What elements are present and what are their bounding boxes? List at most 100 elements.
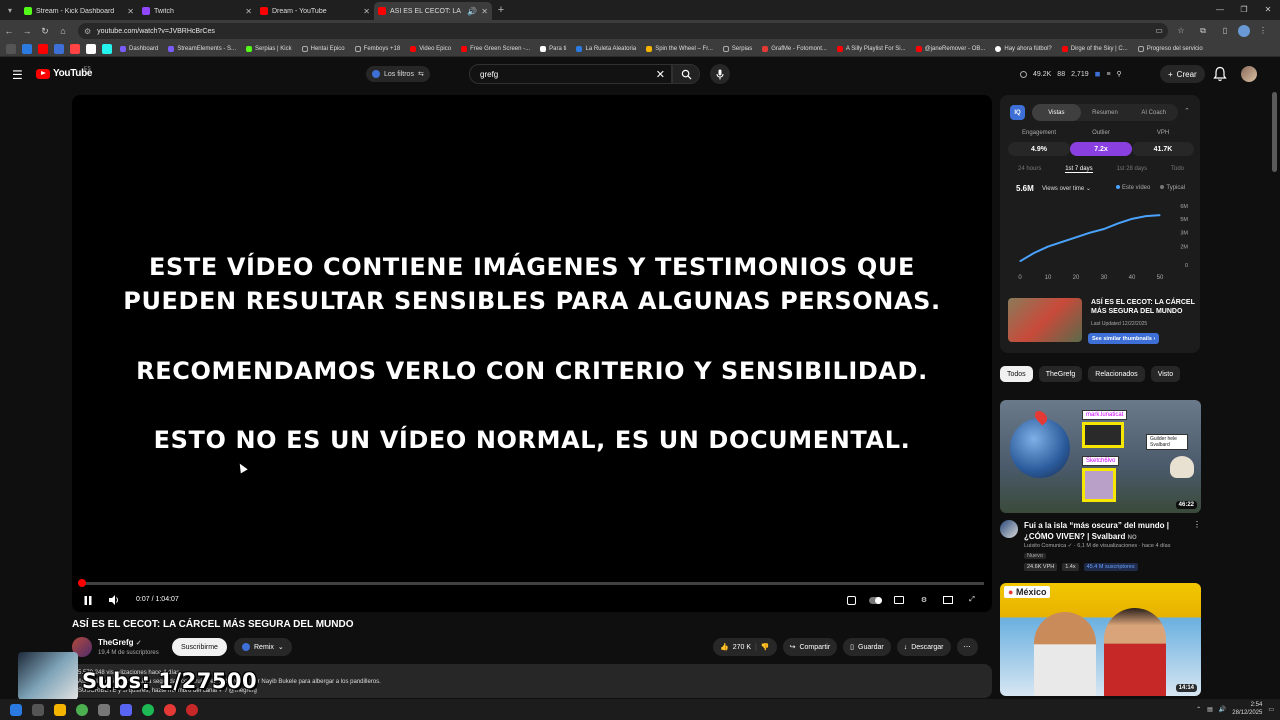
browser-menu-icon[interactable]: ⋮ xyxy=(1254,23,1272,39)
close-tab-icon[interactable]: ✕ xyxy=(245,7,252,16)
app-icon[interactable] xyxy=(164,703,176,716)
browser-tab[interactable]: Stream - Kick Dashboard ✕ xyxy=(20,2,138,20)
bookmark-item[interactable]: Dirge of the Sky | C... xyxy=(1058,46,1132,52)
account-avatar[interactable] xyxy=(1241,66,1257,82)
period-option[interactable]: 24 hours xyxy=(1018,166,1041,173)
channel-stats[interactable]: 49.2K 88 2,719 ◼ ≡ ⚲ xyxy=(1016,66,1126,82)
cast-icon[interactable]: ▭ xyxy=(1150,23,1168,39)
discord-icon[interactable] xyxy=(120,703,132,716)
filters-button[interactable]: Los filtros ⇆ xyxy=(366,66,430,82)
close-window-icon[interactable]: ✕ xyxy=(1256,0,1280,20)
audio-icon[interactable]: 🔊 xyxy=(467,7,477,16)
home-icon[interactable]: ⌂ xyxy=(54,26,72,36)
period-option[interactable]: Todo xyxy=(1171,166,1184,173)
clear-search-icon[interactable]: ✕ xyxy=(656,68,665,81)
sidebar-icon[interactable]: ▯ xyxy=(1216,23,1234,39)
tab-resumen[interactable]: Resumen xyxy=(1081,104,1130,121)
bookmark-item[interactable]: La Ruleta Aleatoria xyxy=(572,46,640,52)
chrome-icon[interactable] xyxy=(76,703,88,716)
save-button[interactable]: ▯ Guardar xyxy=(843,638,891,656)
thumbs-down-icon[interactable]: 👎 xyxy=(761,643,770,651)
channel-avatar[interactable] xyxy=(1000,520,1018,538)
chevron-up-icon[interactable]: ⌃ xyxy=(1184,107,1190,115)
spotify-icon[interactable] xyxy=(142,703,154,716)
bookmark-item[interactable]: GrafMe - Fotomont... xyxy=(758,46,831,52)
bookmark-star-icon[interactable]: ☆ xyxy=(1172,23,1190,39)
notifications-icon[interactable]: ▭ xyxy=(1268,706,1274,713)
browser-tab[interactable]: Dream - YouTube ✕ xyxy=(256,2,374,20)
bookmark-item[interactable]: StreamElements - S... xyxy=(164,46,240,52)
metric-vph[interactable]: VPH 41.7K xyxy=(1132,130,1194,156)
related-thumbnail[interactable]: mark.lunaticat Sketch6lvo Guilder hele S… xyxy=(1000,400,1201,513)
share-button[interactable]: ↪ Compartir xyxy=(782,638,838,656)
autoplay-toggle[interactable] xyxy=(867,592,883,608)
notifications-bell-icon[interactable] xyxy=(1213,66,1227,82)
like-button[interactable]: 👍 270 K | 👎 xyxy=(713,638,777,656)
start-icon[interactable] xyxy=(10,703,22,716)
bookmark-item[interactable]: Spin the Wheel – Fr... xyxy=(642,46,717,52)
extensions-icon[interactable]: ⧉ xyxy=(1194,23,1212,39)
minimize-icon[interactable]: — xyxy=(1208,0,1232,20)
metric-outlier[interactable]: Outlier 7.2x xyxy=(1070,130,1132,156)
chevron-up-icon[interactable]: ⌃ xyxy=(1196,706,1201,713)
create-button[interactable]: + Crear xyxy=(1160,65,1205,83)
subscribe-button[interactable]: Suscribirme xyxy=(172,638,227,656)
clock[interactable]: 2:54 28/12/2025 xyxy=(1232,701,1262,717)
maximize-icon[interactable]: ❐ xyxy=(1232,0,1256,20)
metric-engagement[interactable]: Engagement 4.9% xyxy=(1008,130,1070,156)
more-actions-button[interactable]: ⋯ xyxy=(956,638,978,656)
close-tab-icon[interactable]: ✕ xyxy=(363,7,370,16)
period-option[interactable]: 1st 28 days xyxy=(1116,166,1147,173)
bookmark-item[interactable]: Free Green Screen -... xyxy=(457,46,534,52)
hamburger-menu-icon[interactable]: ☰ xyxy=(12,68,23,82)
miniplayer-icon[interactable] xyxy=(940,592,956,608)
scrubber-handle[interactable] xyxy=(78,579,86,587)
bookmark-item[interactable]: Serpias | Kick xyxy=(242,46,296,52)
voice-search-button[interactable] xyxy=(710,64,730,84)
subtitles-icon[interactable] xyxy=(891,592,907,608)
youtube-bookmark-icon[interactable] xyxy=(38,44,48,54)
tab-vistas[interactable]: Vistas xyxy=(1032,104,1081,121)
period-option-active[interactable]: 1st 7 days xyxy=(1065,166,1093,173)
video-player[interactable]: ESTE VÍDEO CONTIENE IMÁGENES Y TESTIMONI… xyxy=(72,95,992,612)
bookmark-icon[interactable] xyxy=(54,44,64,54)
related-thumbnail[interactable]: ● México 14:14 xyxy=(1000,583,1201,696)
channel-name[interactable]: TheGrefg ✓ xyxy=(98,638,142,647)
bookmark-icon[interactable] xyxy=(70,44,80,54)
back-icon[interactable]: ← xyxy=(0,26,18,36)
close-tab-icon[interactable]: ✕ xyxy=(481,7,488,16)
volume-icon[interactable] xyxy=(106,592,122,608)
bookmark-item[interactable]: Video Epico xyxy=(406,46,455,52)
bookmark-item[interactable]: @janeRemover - OB... xyxy=(912,46,990,52)
bookmark-item[interactable]: Dashboard xyxy=(116,46,162,52)
apps-icon[interactable] xyxy=(6,44,16,54)
remix-button[interactable]: Remix ⌄ xyxy=(234,638,292,656)
browser-tab[interactable]: Twitch ✕ xyxy=(138,2,256,20)
tiktok-icon[interactable] xyxy=(102,44,112,54)
bookmark-icon[interactable] xyxy=(22,44,32,54)
pause-icon[interactable] xyxy=(80,592,96,608)
chip-visto[interactable]: Visto xyxy=(1150,366,1181,382)
bookmark-item[interactable]: Hay ahora fútbol? xyxy=(991,46,1055,52)
browser-tab-active[interactable]: ASÍ ES EL CECOT: LA CÁRCEL 🔊 ✕ xyxy=(374,2,492,20)
bookmark-item[interactable]: Para ti xyxy=(536,46,570,52)
file-explorer-icon[interactable] xyxy=(54,703,66,716)
site-info-icon[interactable]: ⚙ xyxy=(84,27,91,36)
reload-icon[interactable]: ↻ xyxy=(36,26,54,37)
obs-icon[interactable] xyxy=(186,703,198,716)
new-tab-button[interactable]: + xyxy=(492,4,510,16)
chip-thegrefg[interactable]: TheGrefg xyxy=(1038,366,1083,382)
views-dropdown[interactable]: Views over time ⌄ xyxy=(1042,185,1091,192)
tab-ai-coach[interactable]: AI Coach xyxy=(1129,104,1178,121)
chip-relacionados[interactable]: Relacionados xyxy=(1088,366,1145,382)
profile-avatar[interactable] xyxy=(1238,25,1250,37)
url-field[interactable]: ⚙ youtube.com/watch?v=JVBRHcBrCes xyxy=(78,23,1168,39)
chip-todos[interactable]: Todos xyxy=(1000,366,1033,382)
search-icon[interactable] xyxy=(32,703,44,716)
similar-thumbnails-button[interactable]: See similar thumbnails › xyxy=(1088,333,1160,344)
fullscreen-icon[interactable]: ⤢ xyxy=(964,592,980,608)
speaker-icon[interactable]: 🔊 xyxy=(1219,706,1226,713)
video-thumbnail[interactable] xyxy=(1008,298,1082,342)
tab-search-icon[interactable]: ▾ xyxy=(0,0,20,20)
page-scrollbar[interactable] xyxy=(1272,92,1277,172)
